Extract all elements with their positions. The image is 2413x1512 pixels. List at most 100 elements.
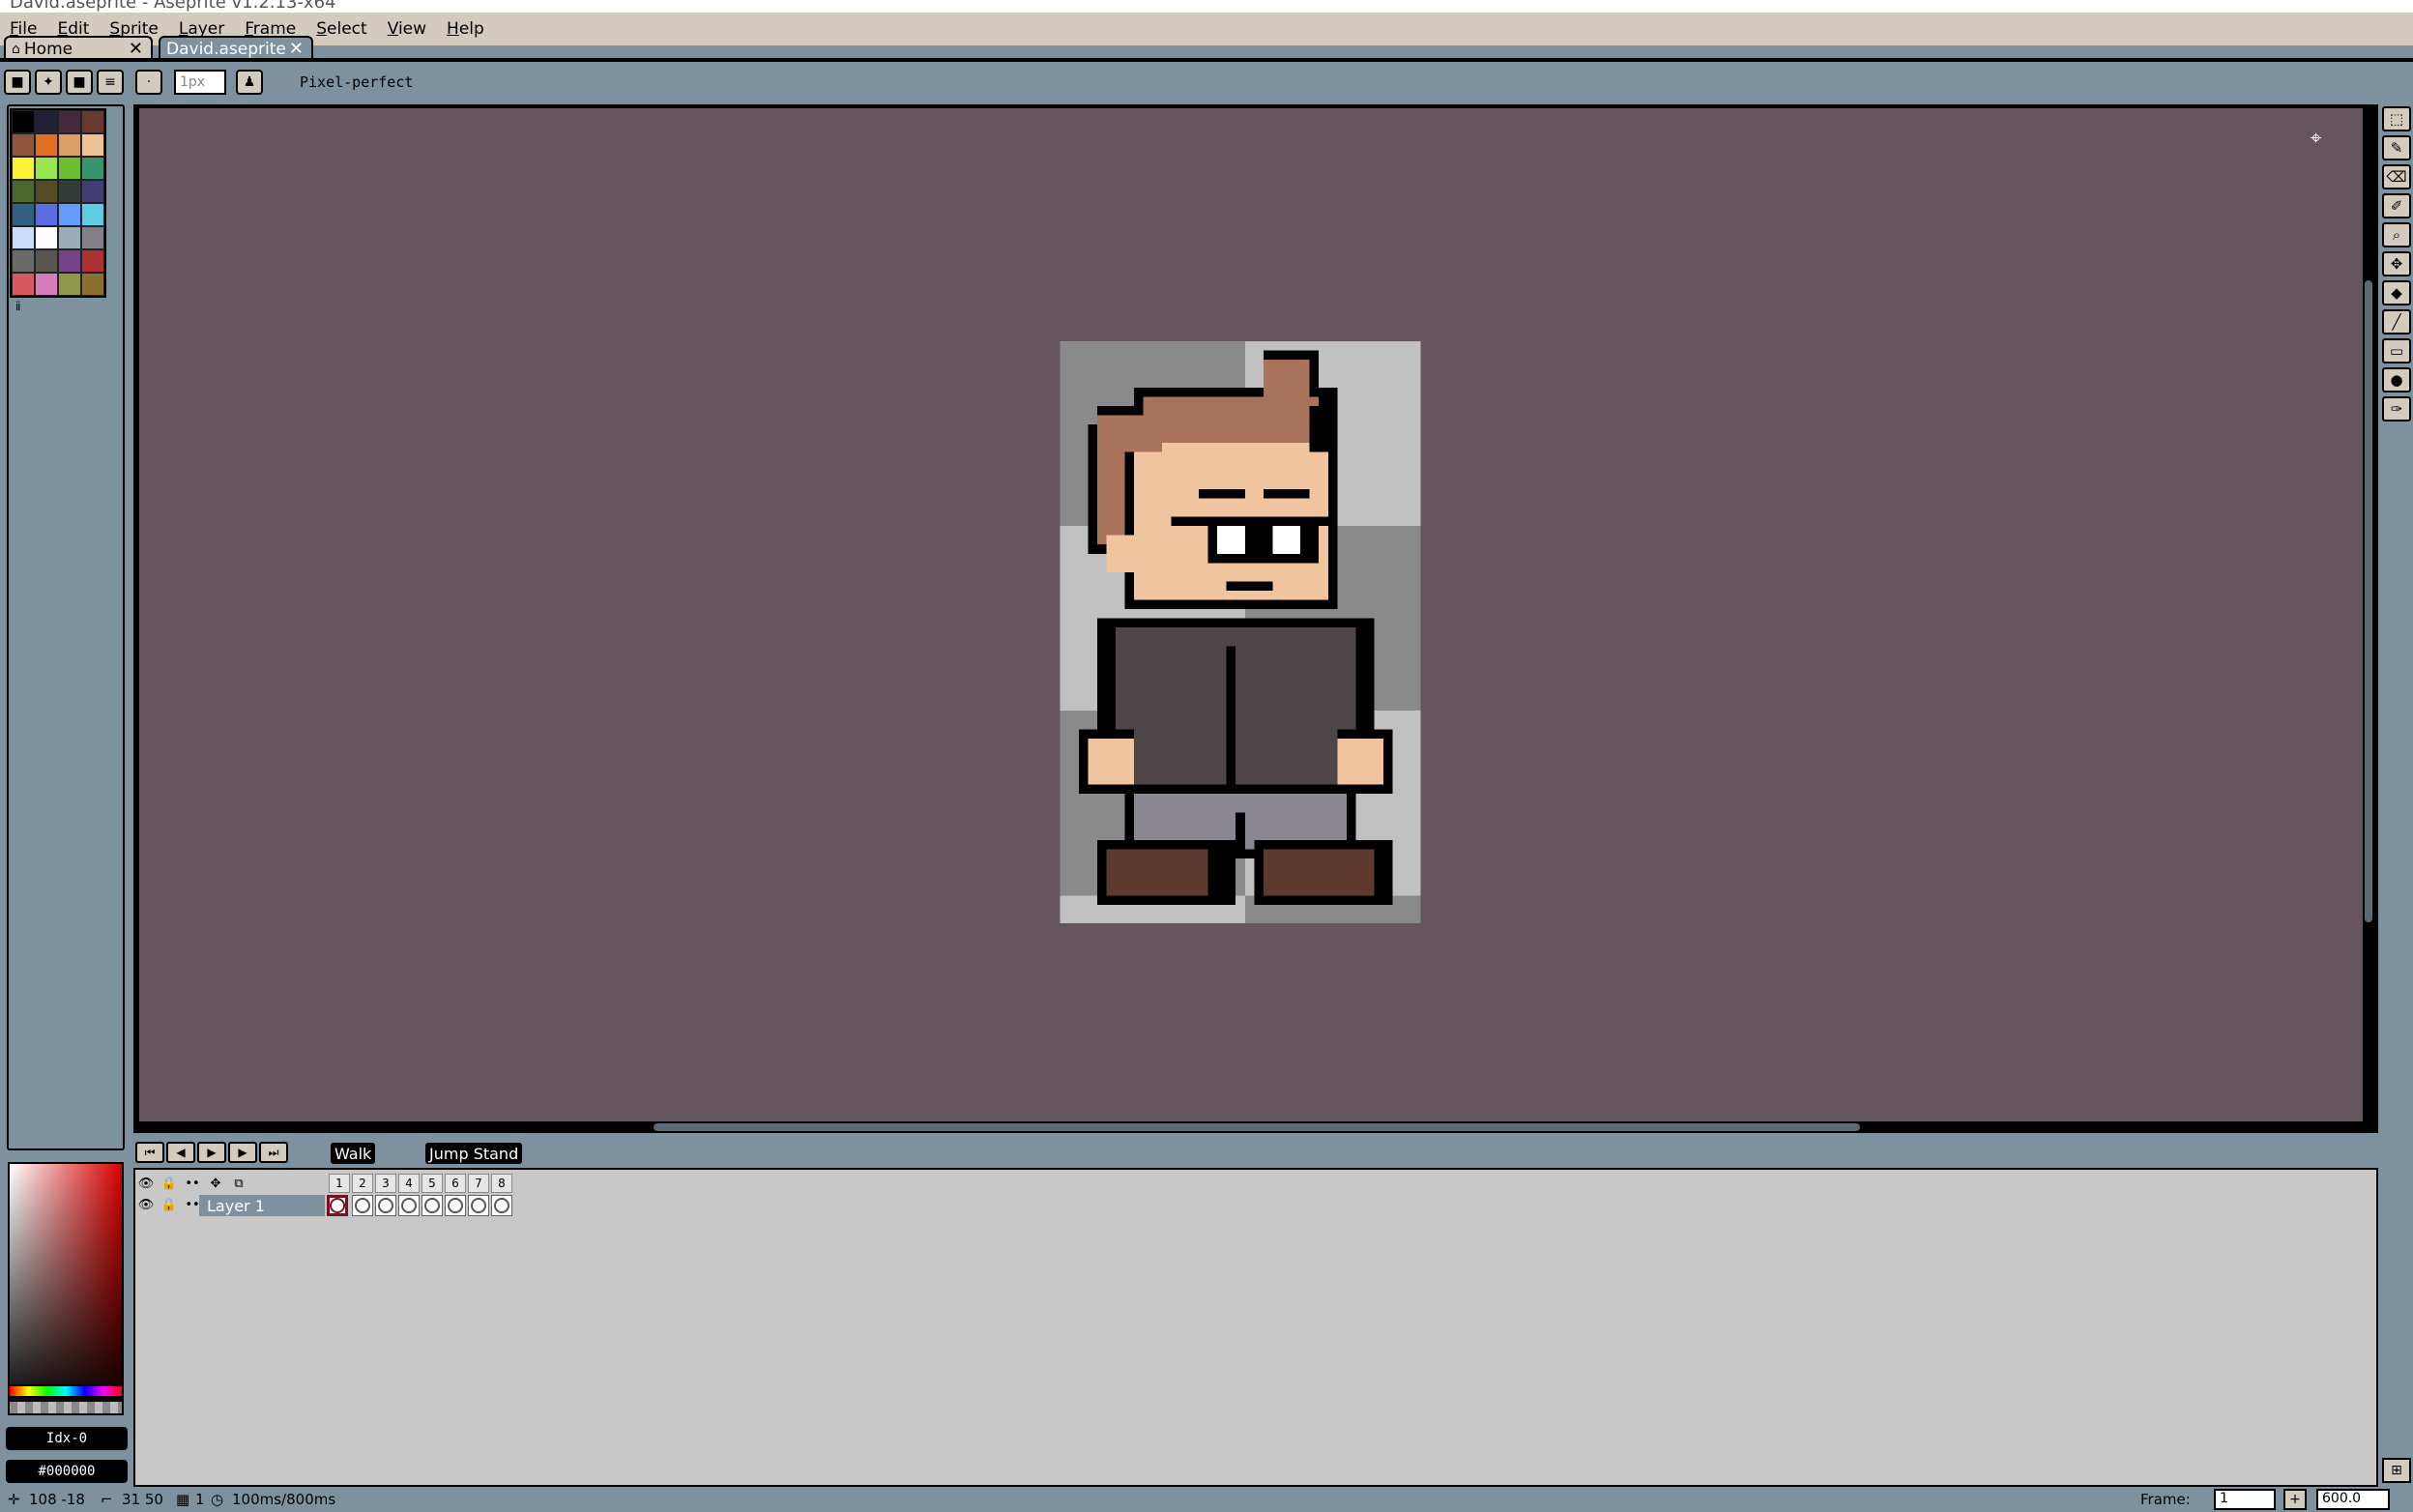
palette-swatch[interactable] [81, 110, 104, 133]
palette-swatch[interactable] [58, 180, 81, 203]
add-frame-button[interactable]: + [2283, 1489, 2307, 1510]
cel-frame-1[interactable] [327, 1195, 348, 1216]
blur-tool-button[interactable]: ✑ [2382, 396, 2411, 422]
palette-swatch[interactable] [12, 157, 35, 180]
next-frame-button[interactable]: ▶ [228, 1142, 257, 1163]
palette-swatch[interactable] [12, 133, 35, 157]
cel-frame-3[interactable] [375, 1195, 396, 1216]
layer-name[interactable]: Layer 1 [199, 1195, 325, 1216]
continuous-header-icon[interactable]: •• [182, 1174, 203, 1193]
palette-swatch[interactable] [12, 226, 35, 249]
palette-swatch[interactable] [58, 273, 81, 296]
frame-header-7[interactable]: 7 [468, 1174, 489, 1193]
frame-header-4[interactable]: 4 [398, 1174, 420, 1193]
brush-size-input[interactable]: 1px [174, 70, 226, 95]
first-frame-button[interactable]: ⏮ [135, 1142, 164, 1163]
palette-swatch[interactable] [35, 273, 58, 296]
palette-swatch[interactable] [12, 180, 35, 203]
frame-header-8[interactable]: 8 [491, 1174, 512, 1193]
eraser-tool-button[interactable]: ⌫ [2382, 164, 2411, 189]
palette-swatch[interactable] [81, 226, 104, 249]
visibility-header-icon[interactable]: 👁 [135, 1174, 157, 1193]
color-index-field[interactable]: Idx-0 [6, 1427, 128, 1450]
frame-header-1[interactable]: 1 [329, 1174, 350, 1193]
line-tool-button[interactable]: ╱ [2382, 309, 2411, 334]
palette-swatch[interactable] [58, 226, 81, 249]
palette-swatch[interactable] [35, 180, 58, 203]
cel-frame-6[interactable] [445, 1195, 466, 1216]
palette-swatch[interactable] [35, 226, 58, 249]
ink-button[interactable]: ✦ [35, 70, 62, 95]
palette-swatch[interactable] [58, 157, 81, 180]
onion-skin-header-icon[interactable]: ⧉ [228, 1174, 249, 1193]
palette-swatch[interactable] [58, 133, 81, 157]
contour-tool-button[interactable]: ● [2382, 367, 2411, 393]
palette-swatch[interactable] [12, 110, 35, 133]
brush-shape-button[interactable]: ■ [66, 70, 93, 95]
layer-visibility-icon[interactable]: 👁 [135, 1195, 157, 1214]
menu-help[interactable]: Help [445, 17, 486, 41]
cel-frame-7[interactable] [468, 1195, 489, 1216]
palette-swatch[interactable] [81, 180, 104, 203]
palette-swatch[interactable] [81, 203, 104, 226]
pixel-perfect-checkbox[interactable] [280, 75, 294, 89]
rectangle-tool-button[interactable]: ▭ [2382, 338, 2411, 363]
lock-alpha-button[interactable]: ■ [4, 70, 31, 95]
tab-home[interactable]: ⌂ Home ✕ [4, 36, 153, 60]
sprite-canvas[interactable] [1059, 341, 1422, 923]
play-button[interactable]: ▶ [197, 1142, 226, 1163]
frame-header-6[interactable]: 6 [445, 1174, 466, 1193]
timeline-config-button[interactable]: ⊞ [2382, 1458, 2411, 1483]
palette-swatch[interactable] [35, 133, 58, 157]
horizontal-scrollbar[interactable] [654, 1123, 1860, 1131]
brush-type-button[interactable]: · [135, 70, 162, 95]
palette-swatch[interactable] [35, 203, 58, 226]
move-tool-button[interactable]: ✥ [2382, 251, 2411, 276]
group-header-icon[interactable]: ✥ [205, 1174, 226, 1193]
close-icon[interactable]: ✕ [289, 39, 304, 59]
palette-swatch[interactable] [35, 110, 58, 133]
brush-options-button[interactable]: ≡ [97, 70, 124, 95]
brush-pressure-button[interactable]: ♟ [236, 70, 263, 95]
palette-resize-handle[interactable]: ⅱ [15, 300, 21, 313]
menu-view[interactable]: View [386, 17, 428, 41]
last-frame-button[interactable]: ⏭ [259, 1142, 288, 1163]
palette-swatch[interactable] [81, 273, 104, 296]
tag-jump-stand[interactable]: Jump Stand [425, 1143, 523, 1164]
hue-slider[interactable] [8, 1384, 124, 1398]
fill-tool-button[interactable]: ◆ [2382, 280, 2411, 305]
cel-frame-5[interactable] [422, 1195, 443, 1216]
tab-david-aseprite[interactable]: David.aseprite ✕ [159, 36, 313, 60]
zoom-tool-button[interactable]: ⌕ [2382, 222, 2411, 247]
frame-header-5[interactable]: 5 [422, 1174, 443, 1193]
marquee-tool-button[interactable]: ⬚ [2382, 106, 2411, 131]
frame-header-3[interactable]: 3 [375, 1174, 396, 1193]
tag-walk[interactable]: Walk [331, 1143, 376, 1164]
cel-frame-2[interactable] [352, 1195, 373, 1216]
lock-header-icon[interactable]: 🔒 [159, 1174, 180, 1193]
layer-lock-icon[interactable]: 🔒 [159, 1195, 180, 1214]
palette-swatch[interactable] [35, 249, 58, 273]
palette-swatch[interactable] [58, 110, 81, 133]
palette-swatch[interactable] [12, 203, 35, 226]
cel-frame-8[interactable] [491, 1195, 512, 1216]
menu-select[interactable]: Select [314, 17, 368, 41]
vertical-scrollbar[interactable] [2365, 280, 2372, 922]
canvas-area[interactable] [139, 108, 2363, 1121]
palette-swatch[interactable] [81, 249, 104, 273]
color-hex-field[interactable]: #000000 [6, 1460, 128, 1483]
frame-number-input[interactable]: 1 [2214, 1489, 2276, 1510]
palette-swatch[interactable] [35, 157, 58, 180]
palette-swatch[interactable] [12, 249, 35, 273]
palette-swatch[interactable] [58, 249, 81, 273]
color-spectrum[interactable] [8, 1162, 124, 1415]
close-icon[interactable]: ✕ [129, 39, 143, 59]
palette-swatch[interactable] [81, 157, 104, 180]
alpha-slider[interactable] [8, 1400, 124, 1415]
palette-swatch[interactable] [58, 203, 81, 226]
cel-frame-4[interactable] [398, 1195, 420, 1216]
frame-header-2[interactable]: 2 [352, 1174, 373, 1193]
previous-frame-button[interactable]: ◀ [166, 1142, 195, 1163]
eyedropper-tool-button[interactable]: ✐ [2382, 193, 2411, 218]
palette-swatch[interactable] [81, 133, 104, 157]
